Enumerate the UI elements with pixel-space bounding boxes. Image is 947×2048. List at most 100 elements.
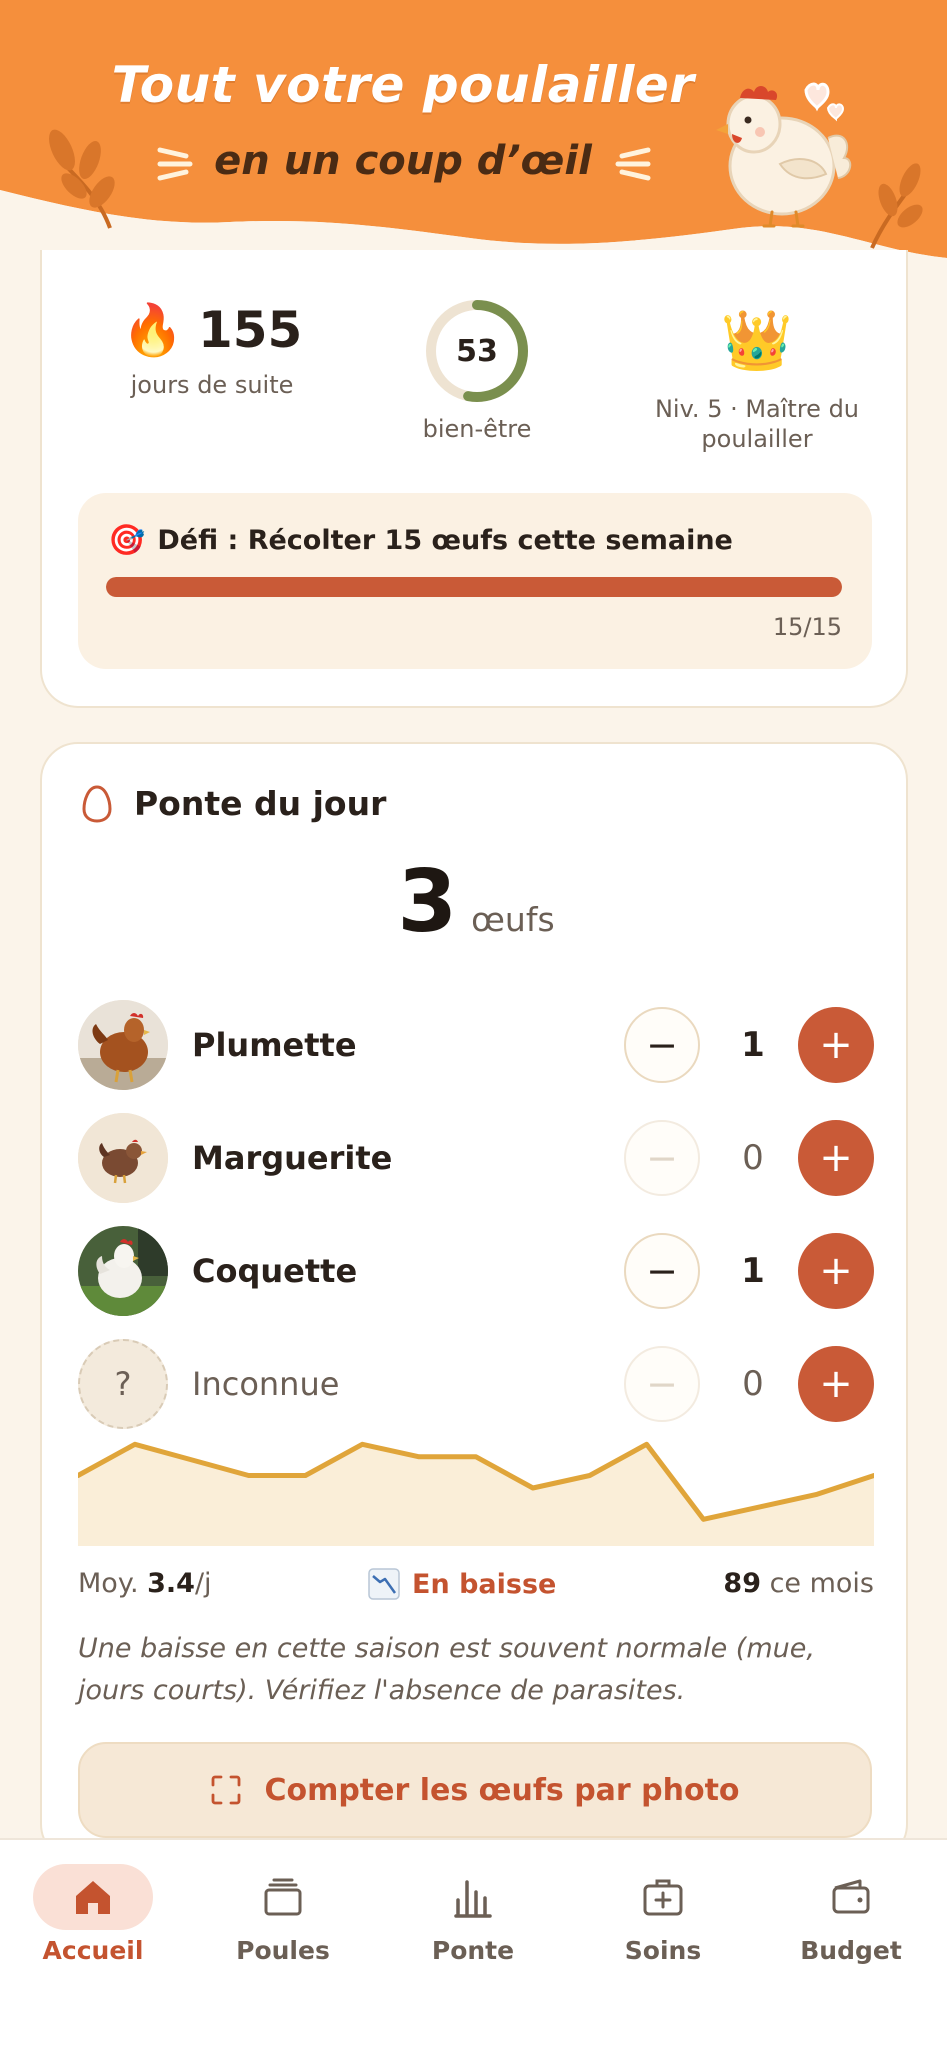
cards-icon: [264, 1878, 302, 1916]
plus-icon: +: [819, 1248, 853, 1294]
nav-item-poules[interactable]: Poules: [208, 1864, 358, 1965]
plus-icon: +: [819, 1361, 853, 1407]
avatar[interactable]: [78, 1226, 168, 1316]
banner-title: Tout votre poulailler: [111, 56, 695, 114]
level-stat: 👑 Niv. 5 · Maître du poulailler: [622, 308, 892, 454]
home-icon: [76, 1881, 110, 1914]
hen-mascot-icon: [716, 82, 852, 228]
challenge-title: Défi : Récolter 15 œufs cette semaine: [157, 525, 733, 556]
weekly-challenge[interactable]: 🎯 Défi : Récolter 15 œufs cette semaine …: [78, 493, 872, 669]
nav-label: Soins: [624, 1936, 702, 1965]
scan-icon: [212, 1775, 241, 1805]
daily-total-value: 3: [397, 852, 458, 952]
wellbeing-ring: 53: [424, 298, 530, 404]
wallet-icon: [832, 1879, 870, 1914]
minus-icon: −: [646, 1136, 678, 1180]
daily-total-unit: œufs: [471, 900, 555, 939]
decrement-button[interactable]: −: [624, 1233, 700, 1309]
wellbeing-label: bien-être: [422, 415, 532, 443]
hen-row-plumette: Plumette − 1 +: [78, 1000, 874, 1090]
egg-icon: [82, 784, 112, 823]
bottom-navigation: Accueil Poules Ponte Soins Budget: [0, 1838, 947, 2048]
egg-count: 1: [741, 1025, 765, 1065]
chart-decreasing-icon: [368, 1568, 400, 1600]
monthly-total: 89 ce mois: [723, 1568, 874, 1599]
wellbeing-value: 53: [456, 333, 498, 369]
average-value: 3.4: [147, 1568, 195, 1599]
average-unit: /j: [194, 1568, 212, 1599]
sparkle-right-icon: [615, 147, 651, 181]
nav-item-soins[interactable]: Soins: [588, 1864, 738, 1965]
plus-icon: +: [819, 1022, 853, 1068]
monthly-total-value: 89: [723, 1568, 761, 1599]
decrement-button[interactable]: −: [624, 1120, 700, 1196]
increment-button[interactable]: +: [798, 1233, 874, 1309]
daily-total: 3 œufs: [42, 852, 910, 952]
daily-laying-header: Ponte du jour: [82, 784, 386, 823]
medical-kit-icon: [643, 1879, 683, 1916]
streak-label: jours de suite: [130, 371, 294, 399]
count-eggs-photo-label: Compter les œufs par photo: [264, 1772, 740, 1808]
nav-label: Accueil: [42, 1936, 144, 1965]
question-mark-icon: ?: [114, 1365, 132, 1403]
increment-button[interactable]: +: [798, 1346, 874, 1422]
daily-laying-card: Ponte du jour 3 œufs Plumette − 1 + Marg…: [40, 742, 908, 1862]
brown-hen-photo-icon: [78, 1000, 168, 1090]
avatar[interactable]: [78, 1113, 168, 1203]
minus-icon: −: [646, 1362, 678, 1406]
advice-text: Une baisse en cette saison est souvent n…: [78, 1633, 815, 1706]
egg-count: 0: [742, 1364, 764, 1404]
hen-name: Coquette: [192, 1252, 358, 1290]
nav-label: Ponte: [431, 1936, 515, 1965]
header-banner: Tout votre poulailler en un coup d’œil: [0, 0, 947, 272]
decrement-button[interactable]: −: [624, 1346, 700, 1422]
minus-icon: −: [646, 1023, 678, 1067]
avatar[interactable]: [78, 1000, 168, 1090]
trend-label: En baisse: [412, 1568, 557, 1600]
nav-label: Poules: [236, 1936, 330, 1965]
laying-trend-chart: [78, 1441, 874, 1546]
average-label: Moy.: [78, 1568, 148, 1599]
challenge-progress-count: 15/15: [772, 613, 842, 641]
white-hen-photo-icon: [78, 1226, 168, 1316]
bar-chart-icon: [454, 1880, 492, 1918]
hen-name: Inconnue: [192, 1365, 340, 1403]
nav-item-ponte[interactable]: Ponte: [398, 1864, 548, 1965]
increment-button[interactable]: +: [798, 1007, 874, 1083]
minus-icon: −: [646, 1249, 678, 1293]
hen-illustration-icon: [78, 1113, 168, 1203]
hen-name: Marguerite: [192, 1139, 393, 1177]
hen-row-inconnue: ? Inconnue − 0 +: [78, 1339, 874, 1429]
egg-count: 0: [742, 1138, 764, 1178]
streak-stat: 🔥 155 jours de suite: [82, 300, 342, 400]
crown-icon: 👑: [720, 306, 794, 374]
stats-card: 🔥 155 jours de suite 53 bien-être 👑 Niv.…: [40, 250, 908, 708]
nav-item-budget[interactable]: Budget: [776, 1864, 926, 1965]
daily-laying-title: Ponte du jour: [134, 784, 387, 823]
unknown-avatar[interactable]: ?: [78, 1339, 168, 1429]
nav-label: Budget: [800, 1936, 902, 1965]
hen-row-marguerite: Marguerite − 0 +: [78, 1113, 874, 1203]
leaf-right-icon: [870, 163, 923, 249]
nav-item-accueil[interactable]: Accueil: [18, 1864, 168, 1965]
monthly-total-label: ce mois: [760, 1568, 874, 1599]
decrement-button[interactable]: −: [624, 1007, 700, 1083]
fire-icon: 🔥: [121, 301, 184, 359]
hen-name: Plumette: [192, 1026, 357, 1064]
target-icon: 🎯: [108, 523, 146, 558]
challenge-title-row: 🎯 Défi : Récolter 15 œufs cette semaine: [108, 523, 733, 558]
wellbeing-stat: 53 bien-être: [382, 298, 572, 444]
egg-count: 1: [741, 1251, 765, 1291]
average-per-day: Moy. 3.4/j: [78, 1568, 212, 1599]
increment-button[interactable]: +: [798, 1120, 874, 1196]
count-eggs-photo-button[interactable]: Compter les œufs par photo: [78, 1742, 872, 1838]
banner-subtitle: en un coup d’œil: [214, 138, 592, 184]
challenge-progress-bar: [106, 577, 842, 597]
challenge-progress-fill: [106, 577, 842, 597]
laying-stats-row: Moy. 3.4/j En baisse 89 ce mois: [78, 1568, 874, 1608]
hen-row-coquette: Coquette − 1 +: [78, 1226, 874, 1316]
streak-value: 155: [197, 301, 303, 359]
level-label: Niv. 5 · Maître du poulailler: [654, 395, 860, 453]
plus-icon: +: [819, 1135, 853, 1181]
trend-indicator: En baisse: [368, 1568, 556, 1600]
